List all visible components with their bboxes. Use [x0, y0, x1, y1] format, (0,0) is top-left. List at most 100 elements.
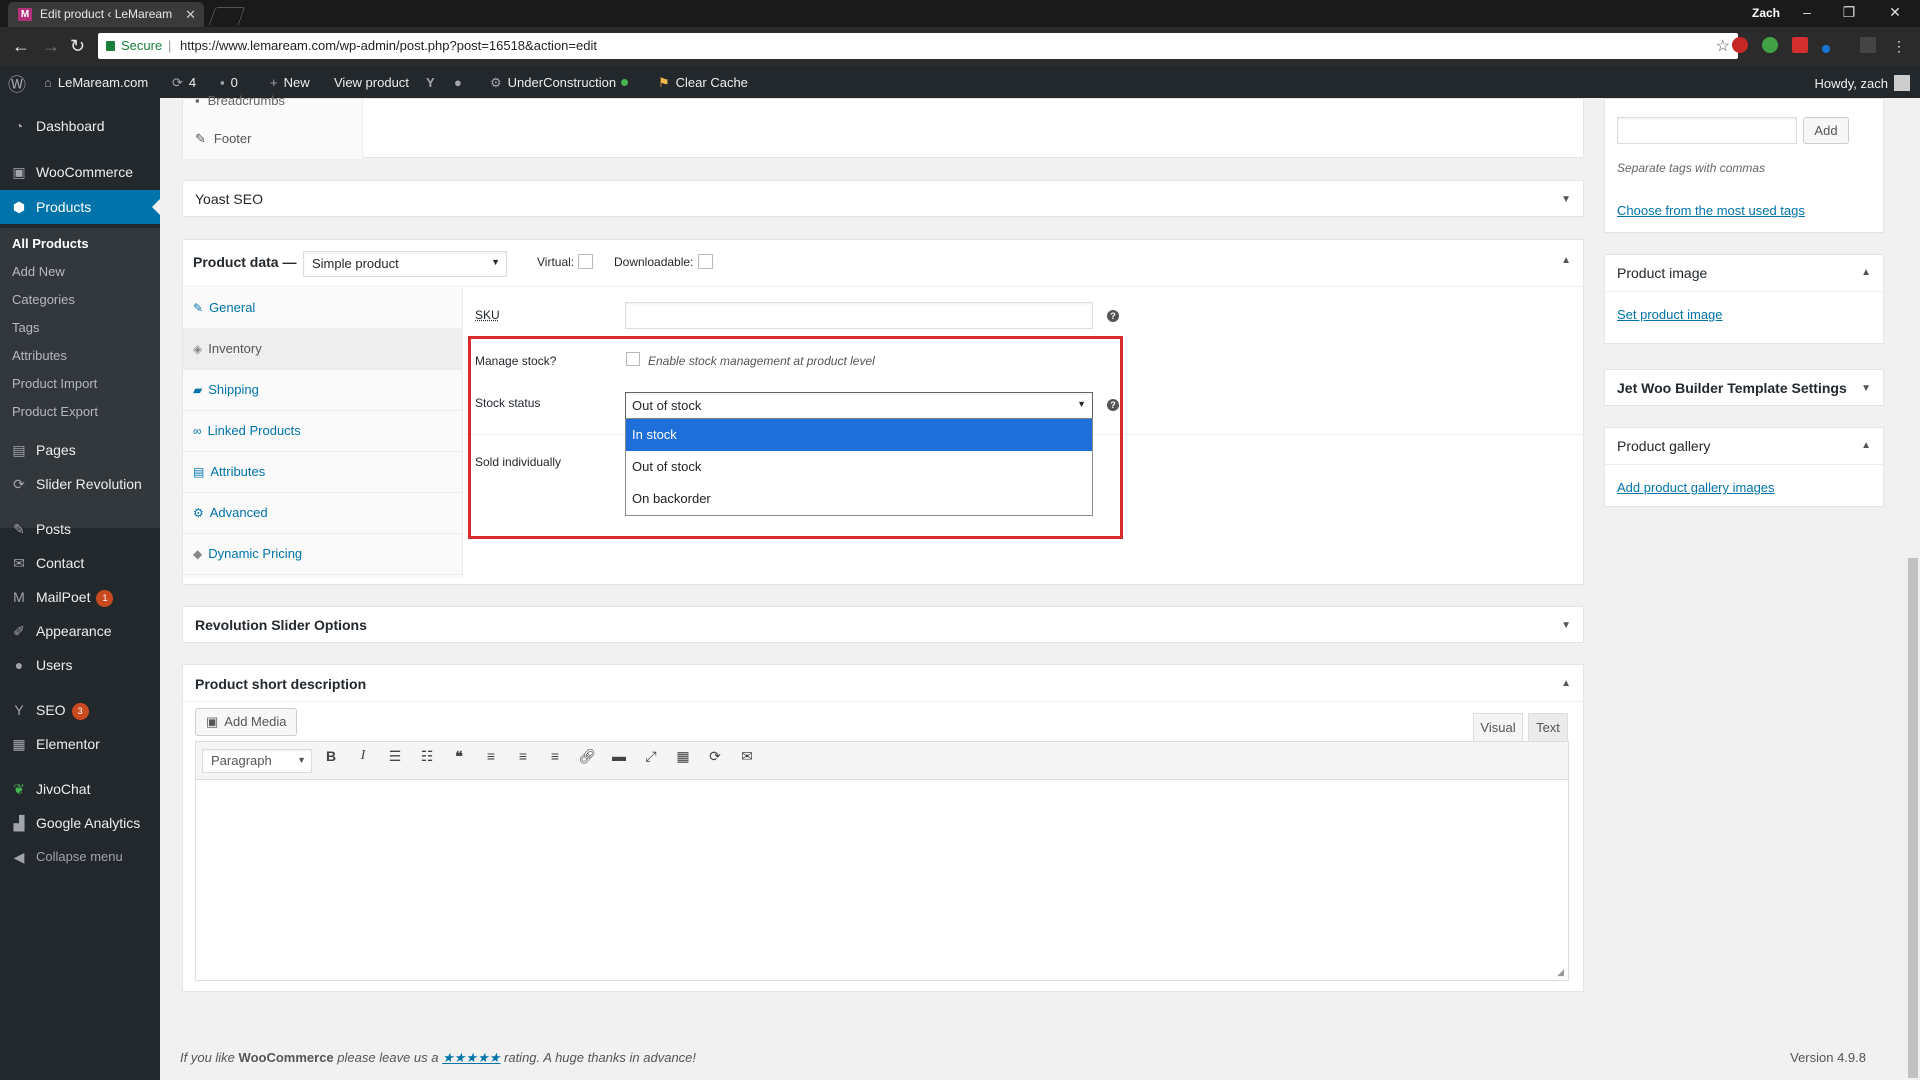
- collapse-arrow-icon[interactable]: ▲: [1561, 678, 1571, 689]
- submenu-add-new[interactable]: Add New: [12, 264, 65, 279]
- shortcode-icon[interactable]: ✉: [736, 748, 758, 765]
- format-select[interactable]: Paragraph ▼: [202, 749, 312, 773]
- revolution-slider-panel[interactable]: Revolution Slider Options ▼: [182, 606, 1584, 643]
- collapse-menu-button[interactable]: ◀ Collapse menu: [0, 840, 160, 874]
- breadcrumbs-item[interactable]: ▪ Breadcrumbs: [195, 93, 285, 108]
- toggle-arrow-icon[interactable]: ▼: [1561, 620, 1571, 631]
- menu-slider-revolution[interactable]: ⟳ Slider Revolution: [0, 467, 160, 501]
- align-right-icon[interactable]: ≡: [544, 748, 566, 764]
- link-icon[interactable]: 🔗︎: [576, 748, 598, 765]
- menu-jivochat[interactable]: ❦ JivoChat: [0, 772, 160, 806]
- tab-dynamic-pricing[interactable]: ◆ Dynamic Pricing: [183, 534, 463, 575]
- bold-icon[interactable]: B: [320, 748, 342, 764]
- add-gallery-images-link[interactable]: Add product gallery images: [1617, 480, 1775, 495]
- submenu-product-export[interactable]: Product Export: [12, 404, 98, 419]
- extension-icon[interactable]: [1822, 45, 1830, 53]
- minimize-icon[interactable]: –: [1792, 4, 1822, 20]
- submenu-product-import[interactable]: Product Import: [12, 376, 97, 391]
- secure-indicator[interactable]: Secure: [106, 38, 162, 53]
- numbered-list-icon[interactable]: ☷: [416, 748, 438, 765]
- add-media-button[interactable]: ▣ Add Media: [195, 708, 298, 736]
- new-tab-button[interactable]: [208, 7, 246, 25]
- address-bar[interactable]: Secure | https://www.lemaream.com/wp-adm…: [98, 33, 1738, 59]
- view-product-link[interactable]: View product: [334, 75, 409, 90]
- jet-woo-panel[interactable]: Jet Woo Builder Template Settings ▼: [1604, 369, 1884, 406]
- scrollbar-thumb[interactable]: [1908, 558, 1918, 1078]
- menu-users[interactable]: ● Users: [0, 648, 160, 682]
- menu-appearance[interactable]: ✐ Appearance: [0, 614, 160, 648]
- fullscreen-icon[interactable]: ⤢: [640, 748, 662, 765]
- submenu-attributes[interactable]: Attributes: [12, 348, 67, 363]
- extension-icon[interactable]: [1860, 37, 1876, 53]
- tab-visual[interactable]: Visual: [1473, 713, 1523, 741]
- restore-icon[interactable]: ❐: [1834, 4, 1864, 21]
- extension-icon[interactable]: [1792, 37, 1808, 53]
- updates-link[interactable]: ⟳ 4: [172, 75, 196, 91]
- menu-google-analytics[interactable]: ▟ Google Analytics: [0, 806, 160, 840]
- help-icon[interactable]: ?: [1107, 310, 1119, 322]
- url-text[interactable]: https://www.lemaream.com/wp-admin/post.p…: [180, 38, 597, 53]
- menu-products[interactable]: ⬢ Products: [0, 190, 160, 224]
- menu-contact[interactable]: ✉ Contact: [0, 546, 160, 580]
- submenu-categories[interactable]: Categories: [12, 292, 75, 307]
- extension-icon[interactable]: [1762, 37, 1778, 53]
- collapse-arrow-icon[interactable]: ▲: [1561, 255, 1571, 266]
- yoast-seo-panel[interactable]: Yoast SEO ▼: [182, 180, 1584, 217]
- forward-icon[interactable]: →: [42, 36, 60, 56]
- reload-icon[interactable]: ↻: [70, 36, 85, 56]
- menu-elementor[interactable]: ▦ Elementor: [0, 727, 160, 761]
- extension-icon[interactable]: [1732, 37, 1748, 53]
- virtual-checkbox[interactable]: [578, 254, 593, 269]
- tab-shipping[interactable]: ▰ Shipping: [183, 370, 463, 411]
- browser-tab[interactable]: M Edit product ‹ LeMaream ✕: [8, 2, 204, 27]
- profile-name[interactable]: Zach: [1752, 6, 1780, 20]
- bullet-list-icon[interactable]: ☰: [384, 748, 406, 765]
- align-center-icon[interactable]: ≡: [512, 748, 534, 764]
- status-dot-icon[interactable]: ●: [454, 75, 462, 90]
- menu-woocommerce[interactable]: ▣ WooCommerce: [0, 155, 160, 189]
- yoast-icon[interactable]: Y: [426, 75, 435, 90]
- menu-posts[interactable]: ✎ Posts: [0, 512, 160, 546]
- collapse-arrow-icon[interactable]: ▲: [1861, 267, 1871, 278]
- site-name-link[interactable]: ⌂ LeMaream.com: [44, 75, 148, 90]
- set-product-image-link[interactable]: Set product image: [1617, 307, 1723, 322]
- menu-dashboard[interactable]: ◔ Dashboard: [0, 109, 160, 143]
- tab-attributes[interactable]: ▤ Attributes: [183, 452, 463, 493]
- tab-advanced[interactable]: ⚙ Advanced: [183, 493, 463, 534]
- menu-mailpoet[interactable]: M MailPoet 1: [0, 580, 160, 614]
- footer-item[interactable]: ✎ Footer: [195, 131, 251, 147]
- wordpress-logo-icon[interactable]: Ⓦ: [8, 71, 26, 97]
- close-window-icon[interactable]: ✕: [1880, 4, 1910, 21]
- collapse-arrow-icon[interactable]: ▲: [1861, 440, 1871, 451]
- blockquote-icon[interactable]: ❝: [448, 748, 470, 765]
- new-content-link[interactable]: + New: [270, 75, 310, 90]
- clear-cache-link[interactable]: ⚑ Clear Cache: [658, 75, 748, 91]
- back-icon[interactable]: ←: [12, 36, 30, 56]
- tab-linked-products[interactable]: ∞ Linked Products: [183, 411, 463, 452]
- sku-input[interactable]: [625, 302, 1093, 329]
- bookmark-star-icon[interactable]: ☆: [1716, 36, 1730, 56]
- toggle-arrow-icon[interactable]: ▼: [1561, 194, 1571, 205]
- align-left-icon[interactable]: ≡: [480, 748, 502, 764]
- page-scrollbar[interactable]: [1906, 98, 1920, 1080]
- my-account-link[interactable]: Howdy, zach: [1815, 75, 1910, 91]
- comments-link[interactable]: ▪ 0: [220, 75, 238, 90]
- under-construction-link[interactable]: ⚙ UnderConstruction: [490, 75, 629, 91]
- toolbar-toggle-icon[interactable]: ▦: [672, 748, 694, 765]
- menu-seo[interactable]: Y SEO 3: [0, 693, 160, 727]
- tab-text[interactable]: Text: [1528, 713, 1568, 741]
- tag-input[interactable]: [1617, 117, 1797, 144]
- refresh-icon[interactable]: ⟳: [704, 748, 726, 765]
- menu-pages[interactable]: ▤ Pages: [0, 433, 160, 467]
- italic-icon[interactable]: I: [352, 748, 374, 764]
- add-tag-button[interactable]: Add: [1803, 117, 1849, 144]
- product-type-select[interactable]: Simple product ▼: [303, 251, 507, 277]
- tab-inventory[interactable]: ◈ Inventory: [183, 329, 463, 370]
- toggle-arrow-icon[interactable]: ▼: [1861, 383, 1871, 394]
- tab-general[interactable]: ✎ General: [183, 288, 463, 329]
- most-used-tags-link[interactable]: Choose from the most used tags: [1617, 203, 1805, 218]
- editor-content[interactable]: [196, 780, 1568, 980]
- submenu-tags[interactable]: Tags: [12, 320, 39, 335]
- chrome-menu-icon[interactable]: ⋮: [1892, 36, 1906, 56]
- read-more-icon[interactable]: ▬: [608, 748, 630, 764]
